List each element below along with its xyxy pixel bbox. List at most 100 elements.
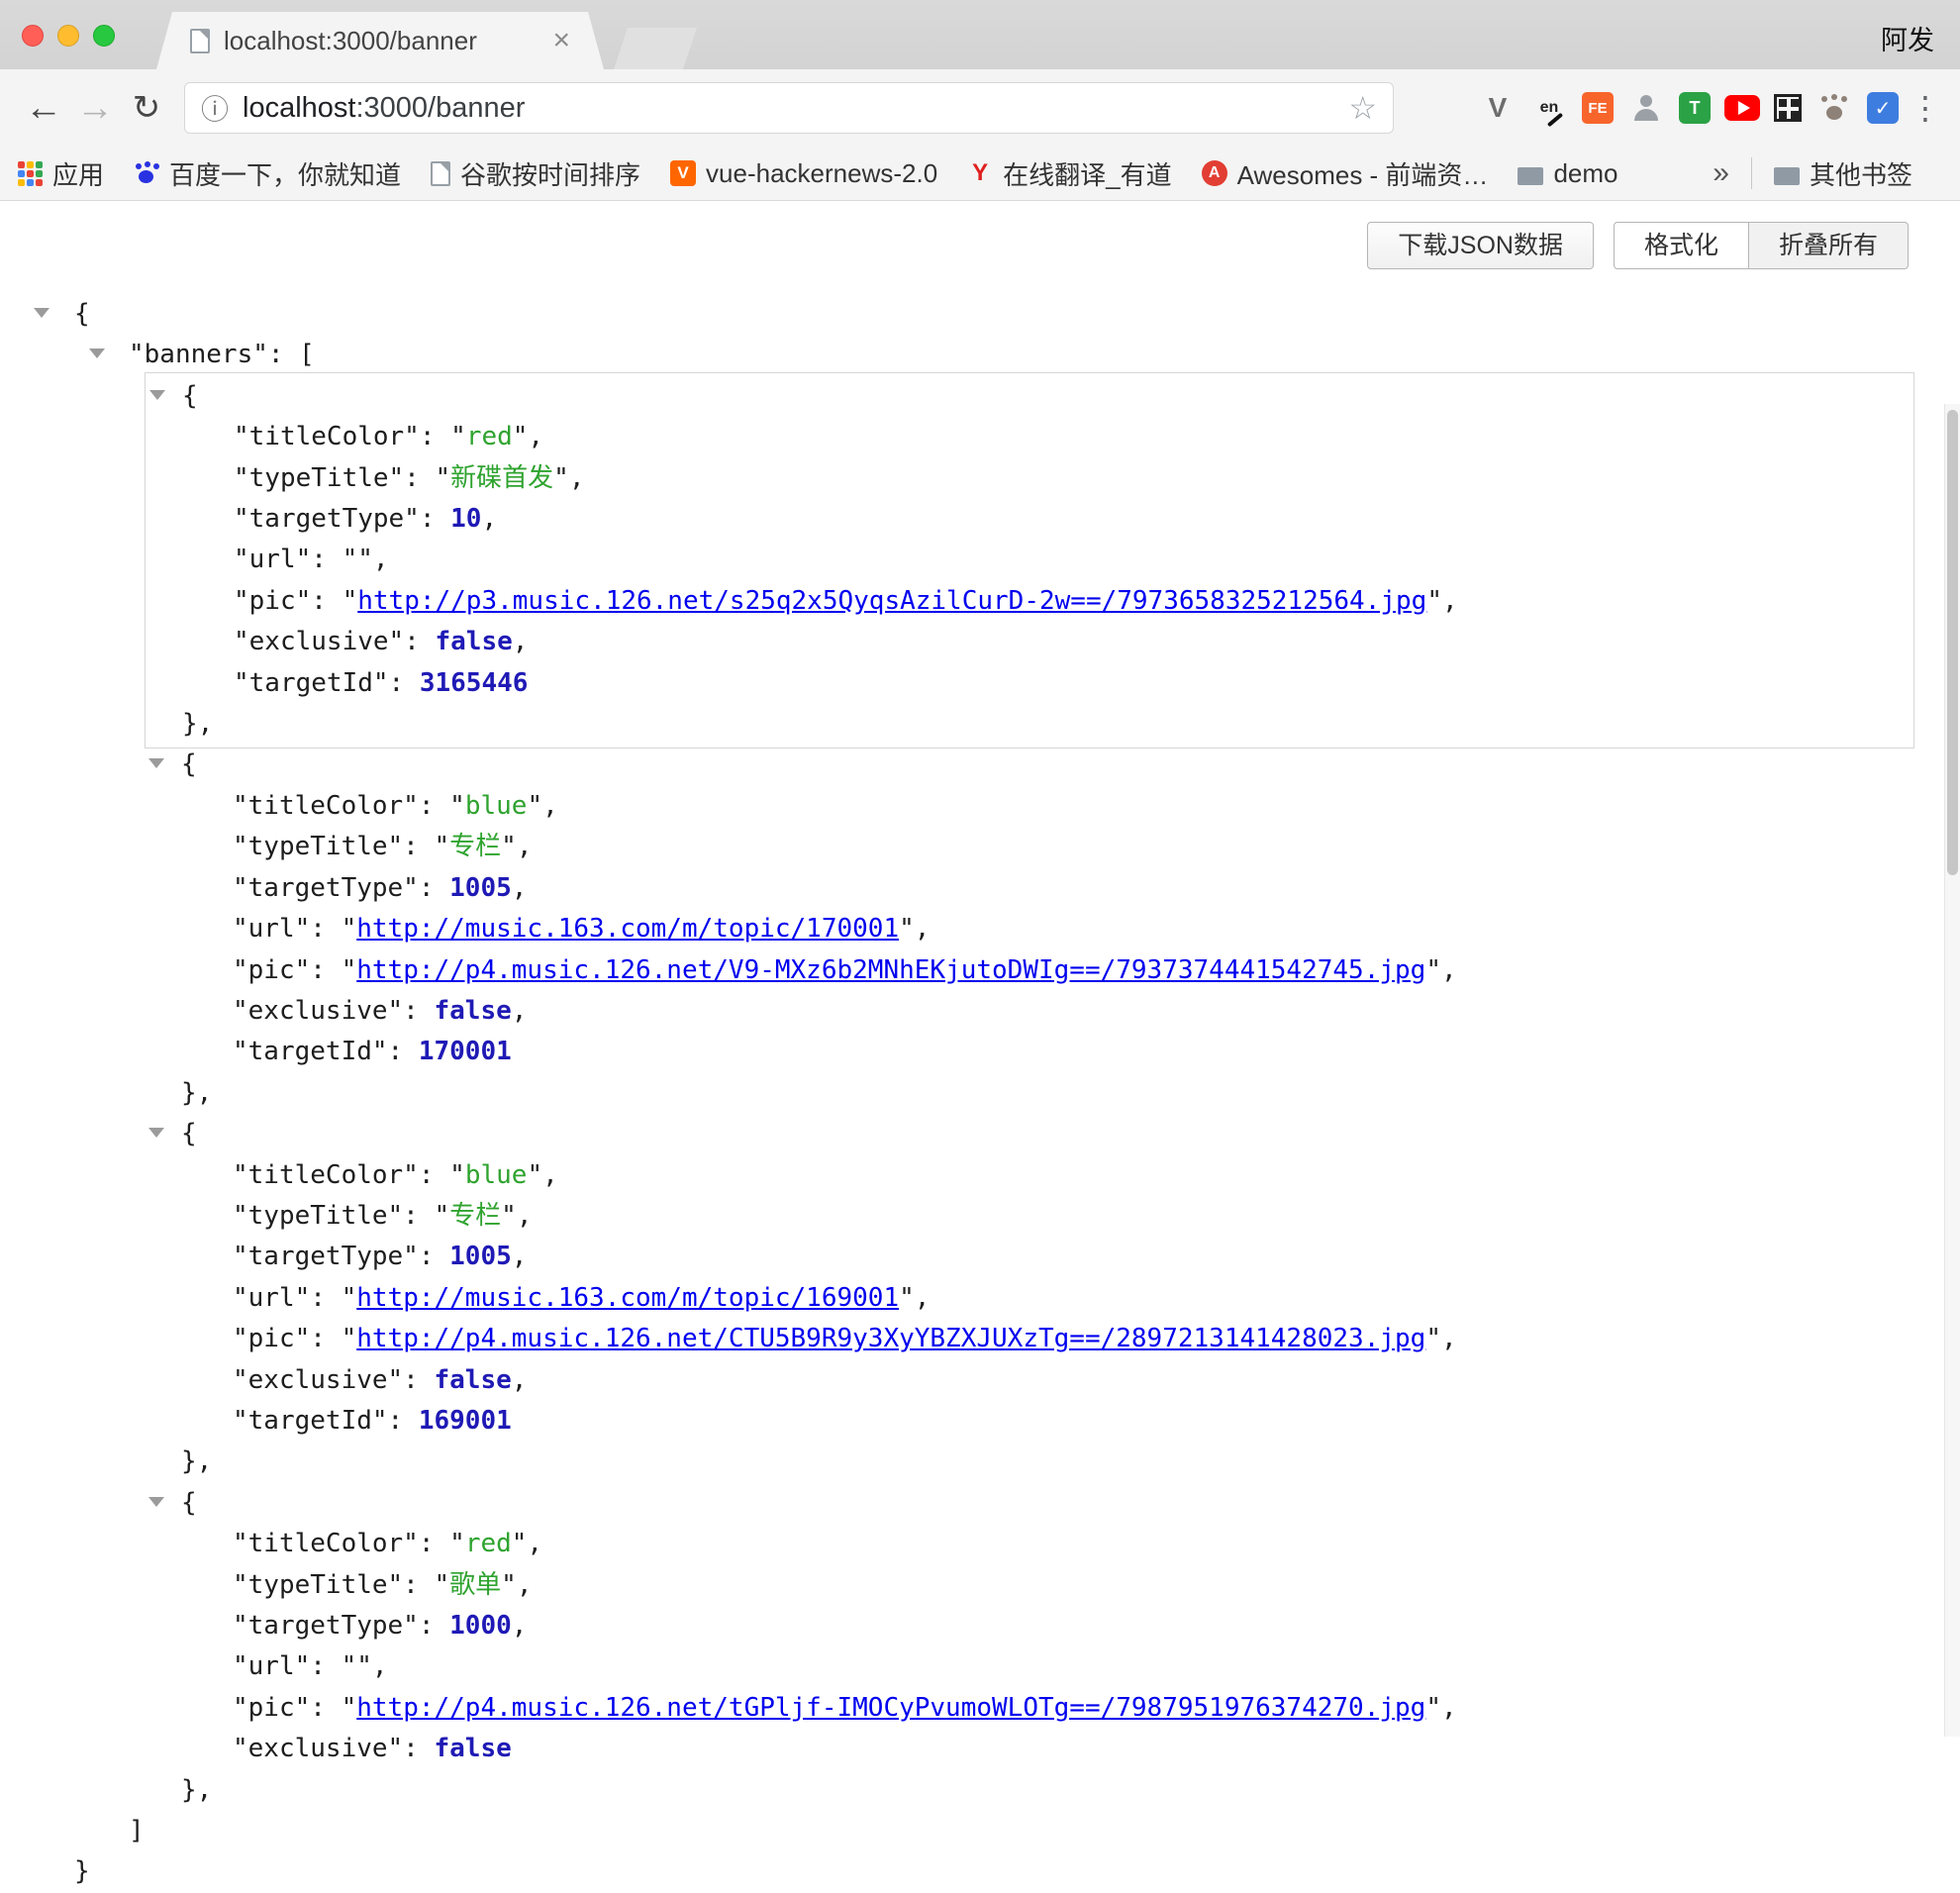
json-literal-value: 3165446 [420, 668, 529, 698]
json-literal-value: false [436, 627, 513, 656]
fullscreen-window-button[interactable] [93, 25, 115, 47]
collapse-toggle-icon[interactable] [34, 308, 49, 318]
collapse-toggle-icon[interactable] [148, 758, 164, 768]
json-property-line: "pic": "http://p4.music.126.net/tGPljf-I… [145, 1688, 1914, 1729]
format-button[interactable]: 格式化 [1614, 222, 1749, 269]
json-link-value[interactable]: http://music.163.com/m/topic/170001 [356, 914, 899, 944]
other-bookmarks-folder[interactable]: 其他书签 [1774, 155, 1912, 192]
fe-extension-icon[interactable] [1582, 92, 1614, 124]
page-content: 下载JSON数据 格式化 折叠所有 {"banners": [{"titleCo… [0, 202, 1960, 1737]
json-string-value: red [466, 422, 513, 451]
json-line: ] [0, 1811, 1944, 1851]
browser-menu-icon[interactable]: ⋮ [1909, 89, 1942, 127]
tab-favicon-page-icon [190, 29, 210, 53]
json-line: { [0, 294, 1944, 335]
json-property-line: "url": "http://music.163.com/m/topic/169… [145, 1278, 1914, 1319]
url-path: :3000/banner [355, 92, 525, 124]
new-tab-button[interactable] [614, 28, 697, 69]
bookmark-item[interactable]: 应用 [18, 155, 104, 192]
json-link-value[interactable]: http://music.163.com/m/topic/169001 [356, 1283, 899, 1313]
bookmark-item[interactable]: 谷歌按时间排序 [431, 155, 640, 192]
baidu-paw-icon [134, 160, 159, 186]
profile-name[interactable]: 阿发 [1881, 19, 1934, 57]
paw-extension-icon[interactable] [1815, 89, 1853, 127]
blue-shield-check-icon[interactable] [1867, 92, 1899, 124]
json-line: }, [145, 1073, 1914, 1114]
banner-object: {"titleColor": "blue","typeTitle": "专栏",… [145, 745, 1914, 1114]
json-line: { [145, 1483, 1914, 1524]
bookmark-item[interactable]: 在线翻译_有道 [967, 155, 1171, 192]
json-line: }, [145, 1442, 1914, 1482]
json-string-value: red [465, 1529, 512, 1558]
json-link-value[interactable]: http://p4.music.126.net/tGPljf-IMOCyPvum… [356, 1693, 1425, 1723]
collapse-toggle-icon[interactable] [148, 1128, 164, 1138]
collapse-all-button[interactable]: 折叠所有 [1749, 222, 1909, 269]
json-link-value[interactable]: http://p4.music.126.net/V9-MXz6b2MNhEKju… [356, 955, 1425, 985]
json-string-value: 歌单 [449, 1570, 501, 1600]
json-property-line: "exclusive": false, [145, 991, 1914, 1032]
translate-en-icon[interactable]: en [1530, 89, 1568, 127]
bookmark-item[interactable]: vue-hackernews-2.0 [670, 158, 937, 189]
url-text[interactable]: localhost:3000/banner [243, 92, 1348, 125]
youtube-icon[interactable] [1724, 95, 1760, 121]
json-property-line: "typeTitle": "专栏", [145, 827, 1914, 867]
address-bar[interactable]: ⓘ localhost:3000/banner ☆ [184, 82, 1394, 134]
json-property-line: "targetId": 170001 [145, 1032, 1914, 1072]
format-button-group: 格式化 折叠所有 [1614, 222, 1909, 269]
close-window-button[interactable] [22, 25, 44, 47]
collapse-toggle-icon[interactable] [149, 390, 165, 400]
bookmark-star-icon[interactable]: ☆ [1348, 89, 1377, 127]
page-info-icon[interactable]: ⓘ [201, 88, 229, 128]
json-property-line: "titleColor": "red", [146, 417, 1913, 457]
json-literal-value: 170001 [419, 1037, 512, 1066]
tab-close-icon[interactable]: × [552, 26, 570, 55]
qr-code-icon[interactable] [1774, 94, 1802, 122]
folder-icon [1774, 167, 1800, 185]
collapse-toggle-icon[interactable] [89, 349, 105, 358]
json-link-value[interactable]: http://p3.music.126.net/s25q2x5QyqsAzilC… [357, 586, 1426, 616]
back-button[interactable]: ← [18, 87, 69, 130]
json-property-line: "typeTitle": "歌单", [145, 1565, 1914, 1606]
json-literal-value: 1000 [449, 1611, 512, 1641]
green-shield-icon[interactable] [1679, 92, 1711, 124]
minimize-window-button[interactable] [57, 25, 79, 47]
reload-button[interactable]: ↻ [121, 88, 172, 128]
other-bookmarks-label: 其他书签 [1810, 155, 1912, 192]
url-host: localhost [243, 92, 355, 124]
json-string-value: 专栏 [449, 1201, 501, 1231]
banner-object: {"titleColor": "blue","typeTitle": "专栏",… [145, 1114, 1914, 1483]
json-line: }, [145, 1770, 1914, 1811]
bookmark-item[interactable]: demo [1518, 158, 1617, 189]
json-property-line: "targetId": 169001 [145, 1401, 1914, 1442]
json-literal-value: false [435, 1365, 512, 1395]
scrollbar[interactable] [1944, 404, 1960, 1737]
download-json-button[interactable]: 下载JSON数据 [1367, 222, 1594, 269]
json-property-line: "titleColor": "blue", [145, 786, 1914, 827]
browser-toolbar: ← → ↻ ⓘ localhost:3000/banner ☆ en ⋮ [0, 69, 1960, 147]
page-icon [431, 161, 450, 186]
json-link-value[interactable]: http://p4.music.126.net/CTU5B9R9y3XyYBZX… [356, 1324, 1425, 1353]
bookmark-item[interactable]: Awesomes - 前端资… [1202, 155, 1489, 192]
apps-grid-icon [18, 161, 43, 186]
json-property-line: "typeTitle": "专栏", [145, 1196, 1914, 1237]
collapse-toggle-icon[interactable] [148, 1497, 164, 1507]
bookmarks-overflow-chevron[interactable]: » [1713, 156, 1729, 190]
tab-strip: localhost:3000/banner × 阿发 [0, 0, 1960, 69]
banner-object: {"titleColor": "red","typeTitle": "新碟首发"… [145, 372, 1914, 749]
person-icon[interactable] [1627, 89, 1665, 127]
banner-object: {"titleColor": "red","typeTitle": "歌单","… [145, 1483, 1914, 1811]
bookmark-item[interactable]: 百度一下，你就知道 [134, 155, 401, 192]
json-line: { [145, 745, 1914, 785]
json-line: } [0, 1851, 1944, 1892]
forward-button[interactable]: → [69, 87, 121, 130]
bookmark-label: 应用 [52, 155, 104, 192]
browser-tab[interactable]: localhost:3000/banner × [156, 12, 604, 69]
bookmark-label: 谷歌按时间排序 [460, 155, 640, 192]
json-line: "banners": [ [0, 335, 1944, 375]
scrollbar-thumb[interactable] [1947, 410, 1958, 875]
json-property-line: "targetType": 1005, [145, 1237, 1914, 1277]
json-property-line: "exclusive": false, [145, 1360, 1914, 1401]
window-controls [22, 25, 115, 47]
json-literal-value: false [435, 1734, 512, 1763]
vimium-icon[interactable] [1479, 89, 1517, 127]
